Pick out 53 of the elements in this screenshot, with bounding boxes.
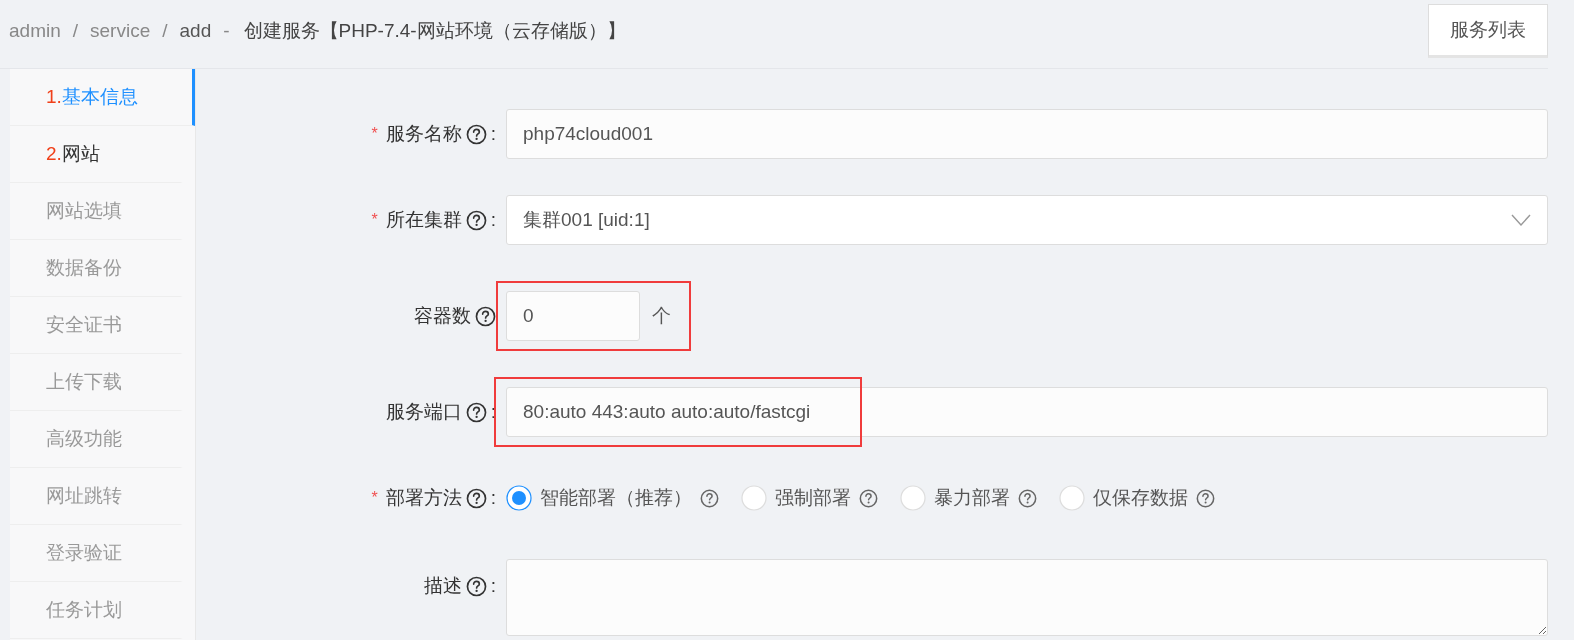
sidebar-tab[interactable]: 高级功能 [10, 411, 183, 468]
description-field[interactable] [506, 559, 1548, 636]
label-colon: : [490, 575, 496, 597]
breadcrumb-separator: / [72, 20, 79, 42]
sidebar-tab[interactable]: 安全证书 [10, 297, 183, 354]
breadcrumb-link[interactable]: service [90, 20, 151, 42]
label-colon: : [490, 487, 496, 509]
service-list-button[interactable]: 服务列表 [1428, 4, 1548, 58]
sidebar-tab[interactable]: 数据备份 [10, 240, 183, 297]
sidebar-tab[interactable]: 网站选填 [10, 183, 183, 240]
help-icon[interactable] [1018, 488, 1037, 508]
title-separator: - [223, 20, 230, 42]
select-field[interactable]: 集群001 [uid:1] [506, 195, 1548, 245]
help-icon[interactable] [1196, 488, 1215, 508]
unit-label: 个 [652, 304, 671, 328]
sidebar-tab[interactable]: 2.网站 [10, 126, 183, 183]
chevron-down-icon [1511, 214, 1531, 226]
help-icon[interactable] [859, 488, 878, 508]
sidebar-tab[interactable]: 任务计划 [10, 582, 183, 639]
required-mark: * [371, 125, 378, 143]
sidebar-tab[interactable]: 上传下载 [10, 354, 183, 411]
radio-label[interactable]: 强制部署 [775, 485, 851, 511]
label-colon: : [490, 123, 496, 145]
sidebar-tab[interactable]: 登录验证 [10, 525, 183, 582]
required-mark: * [371, 489, 378, 507]
help-icon[interactable] [465, 123, 487, 145]
radio-label[interactable]: 仅保存数据 [1093, 485, 1188, 511]
help-icon[interactable] [465, 209, 487, 231]
field-label: 容器数 [414, 304, 471, 328]
text-field[interactable]: php74cloud001 [506, 109, 1548, 159]
field-label: 描述 [423, 574, 462, 598]
field-label: 所在集群 [385, 208, 462, 232]
field-label: 服务名称 [385, 122, 462, 146]
sidebar-tab[interactable]: 网址跳转 [10, 468, 183, 525]
sidebar-tab[interactable]: 1.基本信息 [10, 69, 195, 126]
label-colon: : [490, 209, 496, 231]
help-icon[interactable] [700, 488, 719, 508]
page-title: 创建服务【PHP-7.4-网站环境（云存储版）】 [243, 19, 626, 43]
help-icon[interactable] [475, 305, 496, 327]
radio-label[interactable]: 暴力部署 [934, 485, 1010, 511]
breadcrumb-separator: / [162, 20, 168, 42]
label-colon: : [490, 401, 496, 423]
text-field[interactable]: 80:auto 443:auto auto:auto/fastcgi [506, 387, 1548, 437]
radio-button[interactable] [506, 485, 532, 511]
field-label: 服务端口 [385, 400, 462, 424]
help-icon[interactable] [465, 401, 487, 423]
breadcrumb-link[interactable]: admin [9, 20, 61, 42]
help-icon[interactable] [465, 487, 487, 509]
number-field[interactable]: 0 [506, 291, 640, 341]
field-label: 部署方法 [385, 486, 462, 510]
radio-label[interactable]: 智能部署（推荐） [540, 485, 692, 511]
help-icon[interactable] [465, 575, 487, 597]
required-mark: * [371, 211, 378, 229]
